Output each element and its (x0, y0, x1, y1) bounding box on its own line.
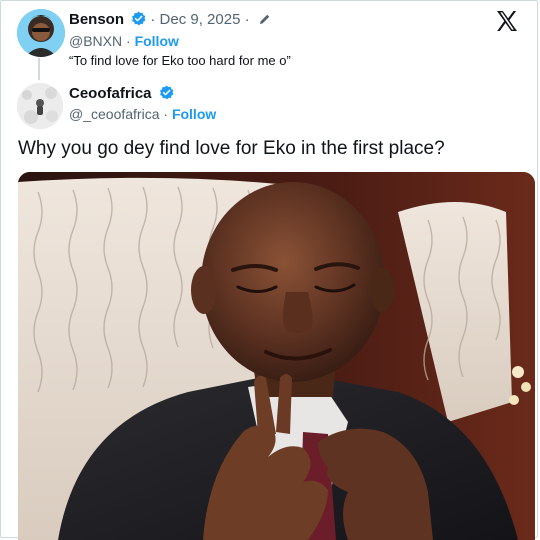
tweet-text: Why you go dey find love for Eko in the … (18, 138, 445, 159)
main-author-name[interactable]: Ceoofafrica (69, 85, 152, 102)
avatar-benson[interactable] (17, 9, 65, 57)
x-logo-icon[interactable] (495, 9, 519, 33)
follow-button[interactable]: Follow (172, 106, 216, 122)
verified-badge-icon (132, 11, 146, 26)
reply-text: “To find love for Eko too hard for me o” (69, 53, 291, 68)
reply-header: Benson · Dec 9, 2025 · (69, 11, 271, 29)
tweet-photo[interactable] (18, 172, 535, 540)
thread-connector (38, 58, 40, 80)
reply-tweet: Benson · Dec 9, 2025 · @BNXN · Follow “T… (15, 7, 487, 71)
separator: · (126, 33, 131, 49)
reply-handle-row: @BNXN · Follow (69, 33, 179, 49)
main-author-row: Ceoofafrica (69, 85, 174, 103)
separator: · (244, 11, 250, 28)
reply-handle[interactable]: @BNXN (69, 33, 122, 49)
separator: · (150, 11, 156, 28)
tweet-card: Benson · Dec 9, 2025 · @BNXN · Follow “T… (0, 0, 538, 540)
main-handle[interactable]: @_ceoofafrica (69, 106, 159, 122)
main-handle-row: @_ceoofafrica · Follow (69, 106, 216, 122)
separator: · (163, 106, 169, 122)
pencil-icon (259, 14, 269, 24)
main-tweet-header: Ceoofafrica @_ceoofafrica · Follow (15, 81, 517, 131)
avatar-ceoofafrica[interactable] (17, 83, 63, 129)
follow-button[interactable]: Follow (135, 33, 179, 49)
verified-badge-icon (159, 85, 174, 100)
reply-date[interactable]: Dec 9, 2025 (160, 11, 241, 28)
reply-author-name[interactable]: Benson (69, 11, 124, 28)
